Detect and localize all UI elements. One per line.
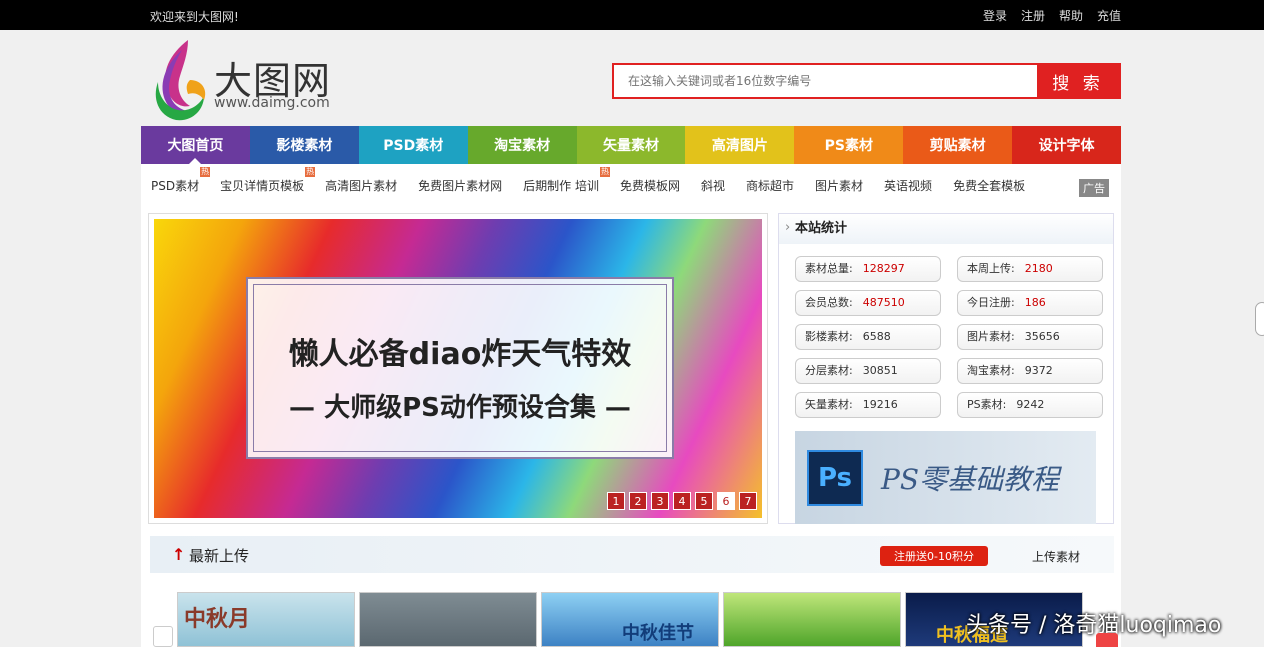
subnav-item[interactable]: 图片素材 — [815, 177, 863, 194]
float-badge-icon[interactable] — [1096, 633, 1118, 647]
thumbnail[interactable] — [723, 592, 901, 647]
stats-title: 本站统计 — [779, 213, 1113, 244]
nav-ps[interactable]: PS素材 — [794, 126, 904, 164]
stat-item: 图片素材: 35656 — [957, 324, 1103, 350]
recharge-link[interactable]: 充值 — [1097, 7, 1121, 24]
side-float-icon[interactable] — [1255, 302, 1264, 336]
subnav-item[interactable]: PSD素材热 — [151, 166, 211, 194]
banner-page-button[interactable]: 1 — [607, 492, 625, 510]
hot-badge: 热 — [200, 166, 211, 177]
watermark-text: 头条号 / 洛奇猫luoqimao — [966, 613, 1222, 638]
subnav-item[interactable]: 免费全套模板 — [953, 177, 1025, 194]
banner-page-button[interactable]: 2 — [629, 492, 647, 510]
stat-item: 素材总量: 128297 — [795, 256, 941, 282]
banner-image: 懒人必备diao炸天气特效 — 大师级PS动作预设合集 — 1 2 3 4 5 … — [154, 219, 762, 518]
banner-page-button[interactable]: 5 — [695, 492, 713, 510]
stat-item: 淘宝素材: 9372 — [957, 358, 1103, 384]
latest-title: 最新上传 — [189, 547, 250, 565]
main-nav: 大图首页 影楼素材 PSD素材 淘宝素材 矢量素材 高清图片 PS素材 剪贴素材… — [141, 126, 1122, 165]
thumbnail[interactable] — [359, 592, 537, 647]
logo-icon — [155, 40, 206, 121]
scroll-left-button[interactable] — [153, 626, 173, 647]
subnav-item[interactable]: 免费图片素材网 — [418, 177, 502, 194]
hot-badge: 热 — [599, 166, 610, 177]
nav-hd-images[interactable]: 高清图片 — [685, 126, 795, 164]
register-link[interactable]: 注册 — [1021, 7, 1045, 24]
ps-tutorial-ad[interactable]: Ps PS零基础教程 — [795, 431, 1096, 524]
stat-item: 矢量素材: 19216 — [795, 392, 941, 418]
sub-nav: PSD素材热 宝贝详情页模板热 高清图片素材 免费图片素材网 后期制作 培训热 … — [141, 164, 1121, 206]
stat-item: 影楼素材: 6588 — [795, 324, 941, 350]
banner-page-button[interactable]: 4 — [673, 492, 691, 510]
up-arrow-icon: ↑ — [172, 545, 186, 564]
latest-uploads-header: ↑ 最新上传 注册送0-10积分 上传素材 — [150, 536, 1114, 573]
logo-url: www.daimg.com — [214, 95, 330, 111]
thumbnail[interactable]: 中秋佳节 — [541, 592, 719, 647]
nav-taobao[interactable]: 淘宝素材 — [467, 126, 577, 164]
search-button[interactable]: 搜 索 — [1037, 65, 1119, 97]
help-link[interactable]: 帮助 — [1059, 7, 1083, 24]
stat-item: 本周上传: 2180 — [957, 256, 1103, 282]
stat-item: 分层素材: 30851 — [795, 358, 941, 384]
hot-badge: 热 — [305, 166, 316, 177]
stat-item: PS素材: 9242 — [957, 392, 1103, 418]
thumbnail-list: 中秋月 中秋佳节 中秋福道 — [177, 592, 1083, 647]
banner-frame: 懒人必备diao炸天气特效 — 大师级PS动作预设合集 — — [246, 277, 674, 459]
subnav-item[interactable]: 高清图片素材 — [325, 177, 397, 194]
register-bonus-button[interactable]: 注册送0-10积分 — [880, 546, 988, 566]
welcome-text: 欢迎来到大图网! — [150, 10, 239, 24]
hero-banner[interactable]: 懒人必备diao炸天气特效 — 大师级PS动作预设合集 — 1 2 3 4 5 … — [148, 213, 768, 524]
top-bar: 欢迎来到大图网! 登录 注册 帮助 充值 — [0, 0, 1264, 30]
thumbnail-caption: 中秋佳节 — [622, 623, 694, 644]
banner-page-button-active[interactable]: 6 — [717, 492, 735, 510]
nav-studio[interactable]: 影楼素材 — [249, 126, 359, 164]
photoshop-icon: Ps — [807, 449, 863, 506]
ad-badge: 广告 — [1079, 179, 1109, 197]
login-link[interactable]: 登录 — [983, 7, 1007, 24]
banner-subtitle: — 大师级PS动作预设合集 — — [289, 393, 631, 423]
subnav-item[interactable]: 后期制作 培训热 — [523, 166, 610, 194]
thumbnail[interactable]: 中秋月 — [177, 592, 355, 647]
nav-vector[interactable]: 矢量素材 — [576, 126, 686, 164]
subnav-item[interactable]: 英语视频 — [884, 177, 932, 194]
upload-link[interactable]: 上传素材 — [1032, 548, 1080, 565]
nav-clipart[interactable]: 剪贴素材 — [903, 126, 1013, 164]
stat-item: 会员总数: 487510 — [795, 290, 941, 316]
top-links: 登录 注册 帮助 充值 — [983, 7, 1121, 24]
banner-page-button[interactable]: 7 — [739, 492, 757, 510]
site-stats-panel: 本站统计 素材总量:128297 本周上传:2180 会员总数:487510 今… — [778, 213, 1114, 524]
banner-pagination: 1 2 3 4 5 6 7 — [607, 492, 757, 510]
banner-page-button[interactable]: 3 — [651, 492, 669, 510]
subnav-item[interactable]: 商标超市 — [746, 177, 794, 194]
nav-fonts[interactable]: 设计字体 — [1012, 126, 1122, 164]
search-box: 搜 索 — [612, 63, 1121, 99]
subnav-item[interactable]: 宝贝详情页模板热 — [220, 166, 316, 194]
thumbnail-caption: 中秋月 — [184, 606, 251, 632]
site-logo[interactable]: 大图网 www.daimg.com — [150, 36, 340, 122]
subnav-item[interactable]: 斜视 — [701, 177, 725, 194]
subnav-item[interactable]: 免费模板网 — [620, 177, 680, 194]
nav-home[interactable]: 大图首页 — [141, 126, 250, 165]
nav-psd[interactable]: PSD素材 — [358, 126, 468, 164]
ps-tutorial-text: PS零基础教程 — [881, 462, 1060, 496]
search-input[interactable] — [614, 65, 1037, 97]
banner-title: 懒人必备diao炸天气特效 — [288, 337, 632, 372]
stat-item: 今日注册: 186 — [957, 290, 1103, 316]
